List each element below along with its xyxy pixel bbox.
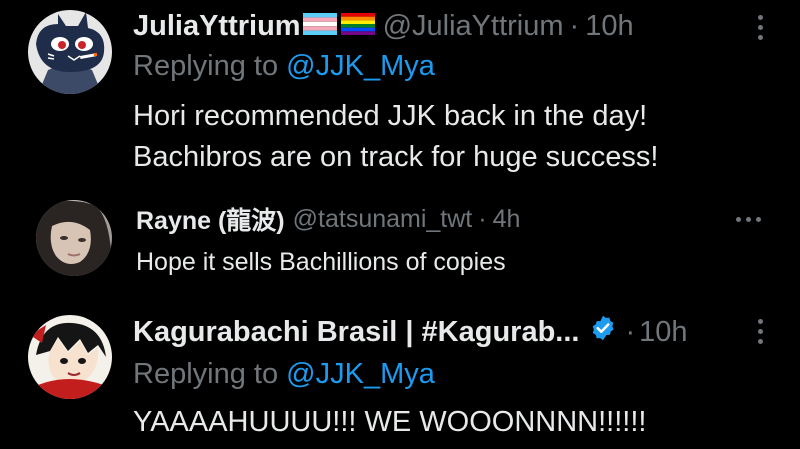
user-handle[interactable]: @JuliaYttrium	[383, 10, 564, 43]
more-dot-icon	[745, 216, 751, 222]
more-options-button[interactable]	[732, 204, 764, 234]
avatar[interactable]	[28, 10, 112, 94]
more-options-button[interactable]	[748, 316, 772, 346]
replying-prefix: Replying to	[133, 50, 279, 82]
reply-header: Rayne (龍波) @tatsunami_twt · 4h	[136, 202, 520, 236]
display-name[interactable]: JuliaYttrium	[133, 10, 301, 43]
replying-to-line: Replying to @JJK_Mya	[133, 358, 435, 391]
reply-header: Kagurabachi Brasil | #Kagurab... · 10h	[133, 312, 688, 352]
more-options-button[interactable]	[748, 12, 772, 42]
reply-item[interactable]: JuliaYttrium @JuliaYttrium · 10h Replyin…	[0, 0, 800, 190]
separator-dot: ·	[478, 204, 487, 233]
display-name[interactable]: Kagurabachi Brasil | #Kagurab...	[133, 316, 579, 349]
cartoon-cat-avatar-icon	[28, 10, 112, 94]
display-name[interactable]: Rayne (龍波)	[136, 201, 285, 237]
photo-avatar-icon	[36, 200, 112, 276]
user-handle[interactable]: @tatsunami_twt	[293, 205, 473, 234]
timestamp[interactable]: 10h	[639, 316, 687, 349]
more-dot-icon	[757, 338, 763, 344]
reply-text: Hope it sells Bachillions of copies	[136, 248, 506, 276]
reply-text: YAAAAHUUUU!!! WE WOOONNNN!!!!!!	[133, 406, 647, 438]
more-dot-icon	[757, 318, 763, 324]
separator-dot: ·	[625, 315, 636, 348]
avatar[interactable]	[28, 315, 112, 399]
avatar[interactable]	[36, 200, 112, 276]
more-dot-icon	[735, 216, 741, 222]
reply-item[interactable]: Kagurabachi Brasil | #Kagurab... · 10h R…	[0, 300, 800, 449]
more-dot-icon	[757, 24, 763, 30]
more-dot-icon	[757, 34, 763, 40]
reply-thread: JuliaYttrium @JuliaYttrium · 10h Replyin…	[0, 0, 800, 449]
replying-prefix: Replying to	[133, 358, 279, 390]
more-dot-icon	[757, 14, 763, 20]
rainbow-flag-icon	[340, 10, 375, 43]
timestamp[interactable]: 10h	[585, 10, 633, 43]
manga-character-avatar-icon	[28, 315, 112, 399]
replying-to-line: Replying to @JJK_Mya	[133, 50, 435, 83]
mention-link[interactable]: @JJK_Mya	[286, 358, 435, 390]
reply-header: JuliaYttrium @JuliaYttrium · 10h	[133, 6, 634, 46]
timestamp[interactable]: 4h	[493, 205, 521, 234]
more-dot-icon	[755, 216, 761, 222]
more-dot-icon	[757, 328, 763, 334]
reply-item[interactable]: Rayne (龍波) @tatsunami_twt · 4h Hope it s…	[0, 190, 800, 300]
separator-dot: ·	[569, 9, 580, 42]
verified-badge-icon[interactable]	[589, 314, 617, 350]
reply-text: Hori recommended JJK back in the day! Ba…	[133, 100, 659, 173]
transgender-flag-icon	[302, 10, 337, 43]
mention-link[interactable]: @JJK_Mya	[286, 50, 435, 82]
